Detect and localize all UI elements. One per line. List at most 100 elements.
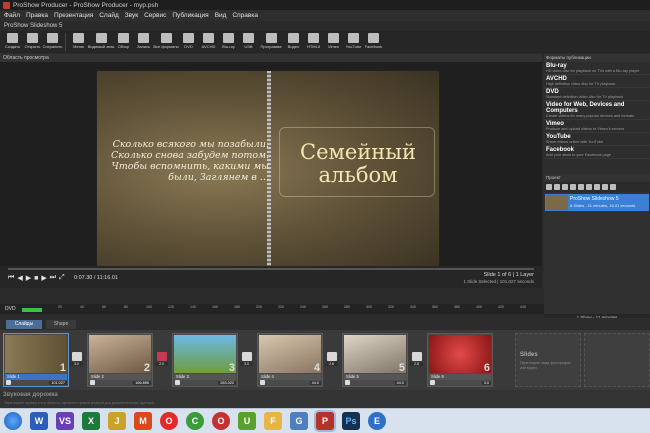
transition-2[interactable]: 2.0: [155, 352, 168, 368]
publish-item-youtube[interactable]: YouTube Share videos online with YouTube: [544, 133, 650, 146]
media-player-icon[interactable]: M: [134, 412, 152, 430]
publish-item-facebook[interactable]: Facebook Add your show to your Facebook …: [544, 146, 650, 159]
publish-item-vimeo[interactable]: Vimeo Produce and upload videos to Vimeo…: [544, 120, 650, 133]
play-icon[interactable]: [175, 380, 180, 385]
menu-help[interactable]: Справка: [232, 12, 258, 19]
timeline-ruler[interactable]: DVD 20 40 60 80 100 120 140 160 180 200 …: [0, 304, 544, 314]
transition-1[interactable]: 3.0: [70, 352, 83, 368]
project-add-icon[interactable]: [578, 184, 584, 190]
burn-button[interactable]: Запись: [135, 31, 152, 49]
usb-button[interactable]: USB: [240, 31, 257, 49]
start-button-icon[interactable]: [4, 412, 22, 430]
opera-icon[interactable]: O: [160, 412, 178, 430]
transition-4[interactable]: 2.6: [325, 352, 338, 368]
bluray-button[interactable]: Blu-ray: [220, 31, 237, 49]
project-new-icon[interactable]: [546, 184, 552, 190]
app-icon[interactable]: G: [290, 412, 308, 430]
player-controls: ⏮ ◀ ▶ ■ ▶ ⏭ ⤢ 0:07.30 / 11:16.01 Slide 1…: [0, 266, 542, 288]
save-button[interactable]: Сохранить: [43, 31, 62, 49]
play-icon[interactable]: [6, 380, 11, 385]
transport-controls: ⏮ ◀ ▶ ■ ▶ ⏭ ⤢: [8, 274, 65, 282]
project-down-icon[interactable]: [602, 184, 608, 190]
slide-preview[interactable]: Сколько всякого мы позабыли. Сколько сно…: [96, 70, 440, 270]
menu-sound[interactable]: Звук: [125, 12, 138, 19]
internet-explorer-icon[interactable]: E: [368, 412, 386, 430]
slide-card-5[interactable]: Slide 5 5 44.0: [342, 333, 408, 387]
utility-icon[interactable]: J: [108, 412, 126, 430]
chrome-icon[interactable]: C: [186, 412, 204, 430]
menu-presentation[interactable]: Презентация: [54, 12, 93, 19]
soundtrack-area[interactable]: Звуковая дорожка Перетащите музыку в эту…: [0, 390, 650, 408]
tab-timeline[interactable]: Shape: [46, 320, 76, 329]
html5-button[interactable]: HTML5: [305, 31, 322, 49]
avchd-button[interactable]: AVCHD: [200, 31, 217, 49]
menu-file[interactable]: Файл: [4, 12, 20, 19]
menu-edit[interactable]: Правка: [26, 12, 48, 19]
all-formats-icon: [160, 33, 172, 43]
slide-card-4[interactable]: Slide 4 4 44.0: [257, 333, 323, 387]
watermark-button[interactable]: Видимый знак: [88, 31, 114, 49]
menu-tools[interactable]: Сервис: [144, 12, 166, 19]
proshow-taskbar-icon[interactable]: P: [316, 412, 334, 430]
slide-card-3[interactable]: Slide 3 3 263.022: [172, 333, 238, 387]
project-save-icon[interactable]: [562, 184, 568, 190]
playback-progress-bar[interactable]: [8, 268, 534, 270]
ruler-tick: 40: [80, 305, 84, 309]
fullscreen-icon[interactable]: ⤢: [59, 274, 65, 282]
open-button[interactable]: Открыть: [24, 31, 41, 49]
transition-icon: [326, 352, 337, 361]
publish-item-avchd[interactable]: AVCHD High definition video disc for TV …: [544, 75, 650, 88]
vimeo-button[interactable]: Vimeo: [325, 31, 342, 49]
play-icon[interactable]: [90, 380, 95, 385]
slide-card-1[interactable]: Slide 1 1 101.027: [3, 333, 69, 387]
menu-slide[interactable]: Слайд: [99, 12, 119, 19]
slide-card-6[interactable]: Slide 6 6 3.0: [427, 333, 493, 387]
project-open-icon[interactable]: [554, 184, 560, 190]
skip-end-icon[interactable]: ⏭: [50, 274, 56, 282]
browse-button[interactable]: Обзор: [115, 31, 132, 49]
video-button[interactable]: Видео: [285, 31, 302, 49]
opera-2-icon[interactable]: O: [212, 412, 230, 430]
ruler-tick: 280: [344, 305, 350, 309]
rewind-icon[interactable]: ◀: [17, 274, 22, 282]
skip-start-icon[interactable]: ⏮: [8, 274, 14, 282]
play-icon[interactable]: [345, 380, 350, 385]
menu-view[interactable]: Вид: [215, 12, 227, 19]
dvd-icon: [183, 33, 194, 43]
visual-studio-icon[interactable]: VS: [56, 412, 74, 430]
new-button[interactable]: Создать: [4, 31, 21, 49]
ruler-tick: 20: [58, 305, 62, 309]
word-icon[interactable]: W: [30, 412, 48, 430]
transition-5[interactable]: 2.8: [410, 352, 423, 368]
facebook-button[interactable]: Facebook: [365, 31, 382, 49]
empty-slide-slot-2[interactable]: [584, 333, 650, 387]
photoshop-icon[interactable]: Ps: [342, 412, 360, 430]
project-edit-icon[interactable]: [570, 184, 576, 190]
stop-icon[interactable]: ■: [34, 275, 38, 282]
utorrent-icon[interactable]: U: [238, 412, 256, 430]
play-icon[interactable]: [260, 380, 265, 385]
forward-icon[interactable]: ▶: [41, 274, 46, 282]
menu-button[interactable]: Меню: [70, 31, 87, 49]
empty-slide-slot[interactable]: Slides Перетащите сюда фотографии или ви…: [515, 333, 581, 387]
play-icon[interactable]: ▶: [26, 274, 31, 282]
youtube-button[interactable]: YouTube: [345, 31, 362, 49]
project-up-icon[interactable]: [594, 184, 600, 190]
project-settings-icon[interactable]: [610, 184, 616, 190]
all-formats-button[interactable]: Все форматы: [153, 31, 179, 49]
project-remove-icon[interactable]: [586, 184, 592, 190]
menu-publish[interactable]: Публикация: [172, 12, 208, 19]
menu-icon: [73, 33, 84, 43]
dvd-button[interactable]: DVD: [180, 31, 197, 49]
publish-item-web-video[interactable]: Video for Web, Devices and Computers Cre…: [544, 101, 650, 120]
project-show-row[interactable]: ProShow Slideshow 5 6 Slides - 11 minute…: [545, 194, 649, 211]
folder-icon[interactable]: F: [264, 412, 282, 430]
publish-item-dvd[interactable]: DVD Standard definition video disc for T…: [544, 88, 650, 101]
excel-icon[interactable]: X: [82, 412, 100, 430]
tab-slides[interactable]: Слайды: [6, 320, 42, 329]
publish-item-bluray[interactable]: Blu-ray HD video disc for playback on TV…: [544, 62, 650, 75]
program-button[interactable]: Программа: [260, 31, 282, 49]
play-icon[interactable]: [430, 380, 435, 385]
slide-card-2[interactable]: Slide 2 2 166.896: [87, 333, 153, 387]
transition-3[interactable]: 3.0: [240, 352, 253, 368]
